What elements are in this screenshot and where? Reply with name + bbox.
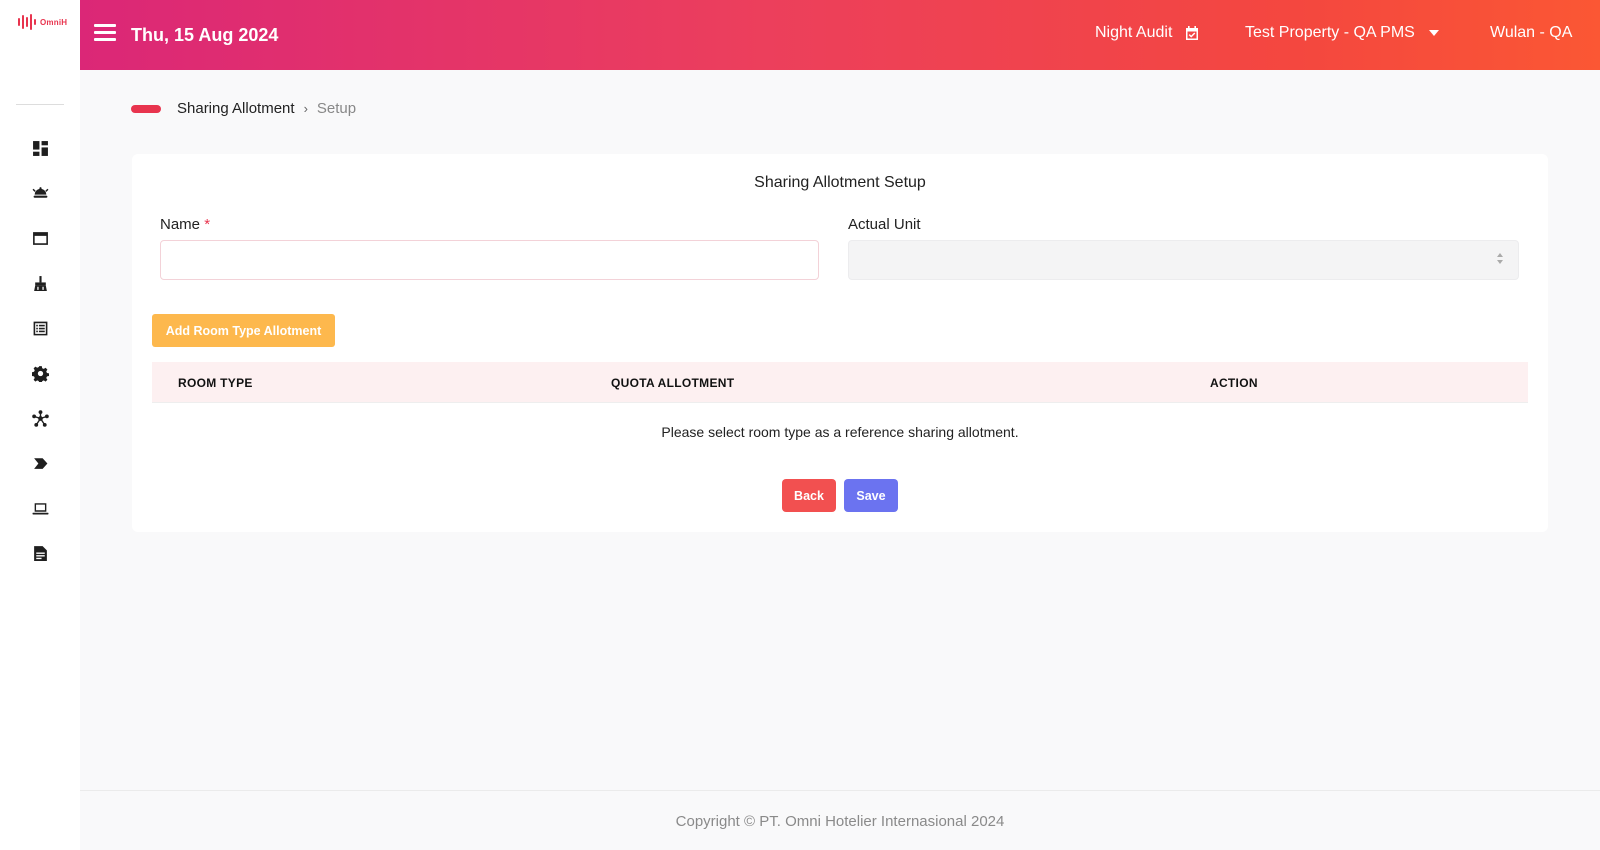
sidebar-item-settings[interactable] xyxy=(0,351,80,396)
dashboard-icon xyxy=(32,141,48,156)
sidebar-item-list[interactable] xyxy=(0,306,80,351)
property-selector[interactable]: Test Property - QA PMS xyxy=(1245,24,1439,42)
column-action: ACTION xyxy=(1210,376,1258,390)
sidebar-divider xyxy=(16,104,64,105)
logo-mark-icon xyxy=(18,14,36,30)
name-label-text: Name xyxy=(160,216,201,233)
name-field-wrapper xyxy=(160,240,819,280)
required-mark: * xyxy=(204,216,211,233)
breadcrumb-current: Setup xyxy=(316,100,357,117)
save-button[interactable]: Save xyxy=(844,479,898,512)
top-header: Thu, 15 Aug 2024 Night Audit Test Proper… xyxy=(80,0,1600,70)
name-label: Name * xyxy=(160,216,210,233)
breadcrumb-accent xyxy=(131,104,161,113)
omnih-logo[interactable]: OmniH xyxy=(18,14,67,30)
sidebar-nav xyxy=(0,126,80,576)
calendar-check-icon xyxy=(1186,26,1199,40)
user-menu[interactable]: Wulan - QA xyxy=(1490,24,1572,42)
network-icon xyxy=(31,410,49,427)
chevron-right-icon: › xyxy=(303,101,308,116)
sidebar-item-tag[interactable] xyxy=(0,441,80,486)
laptop-icon xyxy=(32,503,48,515)
report-icon xyxy=(33,546,47,561)
sidebar-item-concierge[interactable] xyxy=(0,171,80,216)
sidebar-item-housekeeping[interactable] xyxy=(0,261,80,306)
column-room-type: ROOM TYPE xyxy=(178,376,253,390)
setup-card: Sharing Allotment Setup Name * Actual Un… xyxy=(132,154,1548,532)
logo-text: OmniH xyxy=(40,17,68,27)
breadcrumb: Sharing Allotment › Setup xyxy=(131,100,356,117)
number-spinner-icon xyxy=(1496,252,1504,268)
page-title: Sharing Allotment Setup xyxy=(754,174,926,191)
breadcrumb-sharing-allotment[interactable]: Sharing Allotment xyxy=(177,100,295,117)
sidebar: OmniH xyxy=(0,0,80,850)
sidebar-item-dashboard[interactable] xyxy=(0,126,80,171)
sidebar-item-window[interactable] xyxy=(0,216,80,261)
list-icon xyxy=(33,321,47,336)
night-audit-button[interactable]: Night Audit xyxy=(1095,24,1200,42)
hamburger-menu-icon[interactable] xyxy=(94,24,116,44)
name-field[interactable] xyxy=(161,241,818,279)
night-audit-label: Night Audit xyxy=(1095,24,1173,41)
sidebar-item-devices[interactable] xyxy=(0,486,80,531)
copyright-text: Copyright © PT. Omni Hotelier Internasio… xyxy=(675,813,1005,830)
gear-icon xyxy=(31,366,49,382)
actual-unit-label: Actual Unit xyxy=(848,216,921,233)
window-icon xyxy=(32,232,48,245)
add-room-type-allotment-button[interactable]: Add Room Type Allotment xyxy=(152,314,335,347)
broom-icon xyxy=(33,276,47,291)
footer: Copyright © PT. Omni Hotelier Internasio… xyxy=(80,790,1600,850)
caret-down-icon xyxy=(1428,30,1439,36)
column-quota-allotment: QUOTA ALLOTMENT xyxy=(611,376,735,390)
actual-unit-field-wrapper xyxy=(848,240,1519,280)
concierge-bell-icon xyxy=(32,187,48,198)
sidebar-item-reports[interactable] xyxy=(0,531,80,576)
business-date: Thu, 15 Aug 2024 xyxy=(131,25,279,45)
tag-icon xyxy=(33,458,47,469)
property-name: Test Property - QA PMS xyxy=(1245,24,1415,41)
table-header: ROOM TYPE QUOTA ALLOTMENT ACTION xyxy=(152,362,1528,403)
actual-unit-field xyxy=(849,241,1518,279)
back-button[interactable]: Back xyxy=(782,479,836,512)
sidebar-item-network[interactable] xyxy=(0,396,80,441)
table-empty-message: Please select room type as a reference s… xyxy=(661,424,1019,440)
